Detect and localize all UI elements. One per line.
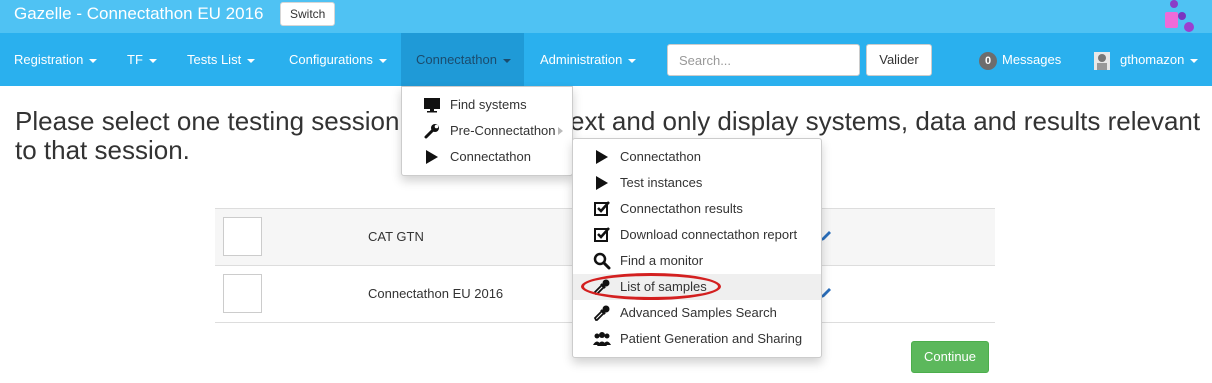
session-logo — [223, 274, 262, 313]
menu-item-label: Patient Generation and Sharing — [620, 331, 803, 346]
play-icon — [596, 176, 608, 190]
caret-down-icon — [247, 58, 256, 63]
submenu-item-test-instances[interactable]: Test instances — [573, 170, 821, 196]
menu-item-label: Connectathon — [450, 149, 531, 164]
submenu-item-patient-generation[interactable]: Patient Generation and Sharing — [573, 326, 821, 352]
eyedropper-icon — [593, 279, 610, 295]
search-icon — [593, 252, 611, 270]
submenu-item-download-report[interactable]: Download connectathon report — [573, 222, 821, 248]
menu-item-find-systems[interactable]: Find systems — [402, 92, 572, 118]
user-menu[interactable]: gthomazon — [1094, 33, 1199, 86]
wrench-icon — [424, 124, 439, 139]
app-title: Gazelle - Connectathon EU 2016 — [14, 4, 264, 23]
nav-label: Registration — [14, 52, 84, 67]
checkbox-icon — [594, 201, 610, 216]
nav-label: Connectathon — [416, 52, 497, 67]
session-logo — [223, 217, 262, 256]
caret-down-icon — [148, 58, 157, 63]
monitor-icon — [424, 98, 440, 113]
session-name: CAT GTN — [368, 229, 424, 244]
search-input[interactable] — [667, 44, 860, 76]
submenu-item-advanced-samples-search[interactable]: Advanced Samples Search — [573, 300, 821, 326]
main-navbar: Registration TF Tests List Configuration… — [0, 33, 1212, 86]
nav-administration[interactable]: Administration — [540, 33, 637, 86]
messages-link[interactable]: 0 Messages — [979, 33, 1061, 86]
nav-label: Tests List — [187, 52, 242, 67]
nav-label: TF — [127, 52, 143, 67]
menu-item-pre-connectathon[interactable]: Pre-Connectathon — [402, 118, 572, 144]
submenu-item-connectathon[interactable]: Connectathon — [573, 144, 821, 170]
menu-item-connectathon[interactable]: Connectathon — [402, 144, 572, 170]
play-icon — [426, 150, 438, 164]
messages-count-badge: 0 — [979, 51, 997, 70]
checkbox-icon — [594, 227, 610, 242]
switch-button[interactable]: Switch — [280, 2, 336, 26]
menu-item-label: Test instances — [620, 175, 703, 190]
submenu-item-list-of-samples[interactable]: List of samples — [573, 274, 821, 300]
menu-item-label: Find systems — [450, 97, 527, 112]
caret-down-icon — [502, 58, 511, 63]
user-name: gthomazon — [1120, 52, 1185, 67]
menu-item-label: Connectathon results — [620, 201, 743, 216]
avatar — [1094, 51, 1110, 70]
menu-item-label: Connectathon — [620, 149, 701, 164]
submenu-item-connectathon-results[interactable]: Connectathon results — [573, 196, 821, 222]
eyedropper-icon — [593, 305, 610, 321]
caret-down-icon — [89, 58, 98, 63]
menu-item-label: Find a monitor — [620, 253, 704, 268]
nav-tf[interactable]: TF — [127, 33, 157, 86]
caret-down-icon — [378, 58, 387, 63]
menu-item-label: List of samples — [620, 279, 707, 294]
logo-icon — [1165, 0, 1194, 32]
session-name: Connectathon EU 2016 — [368, 286, 504, 301]
play-icon — [596, 150, 608, 164]
connectathon-dropdown: Find systems Pre-Connectathon Connectath… — [401, 86, 573, 176]
caret-down-icon — [628, 58, 637, 63]
chevron-right-icon — [558, 127, 563, 135]
nav-connectathon[interactable]: Connectathon — [401, 33, 524, 86]
nav-registration[interactable]: Registration — [14, 33, 98, 86]
users-icon — [593, 332, 611, 346]
valider-button[interactable]: Valider — [866, 44, 932, 76]
title-bar: Gazelle - Connectathon EU 2016 Switch — [0, 0, 1212, 33]
submenu-item-find-monitor[interactable]: Find a monitor — [573, 248, 821, 274]
menu-item-label: Advanced Samples Search — [620, 305, 777, 320]
nav-configurations[interactable]: Configurations — [289, 33, 387, 86]
connectathon-submenu: Connectathon Test instances Connectathon… — [572, 138, 822, 358]
menu-item-label: Pre-Connectathon — [450, 123, 556, 138]
nav-label: Configurations — [289, 52, 373, 67]
continue-button[interactable]: Continue — [911, 341, 989, 373]
messages-label: Messages — [1002, 52, 1062, 67]
caret-down-icon — [1190, 58, 1199, 63]
nav-tests-list[interactable]: Tests List — [187, 33, 256, 86]
nav-label: Administration — [540, 52, 623, 67]
menu-item-label: Download connectathon report — [620, 227, 798, 242]
